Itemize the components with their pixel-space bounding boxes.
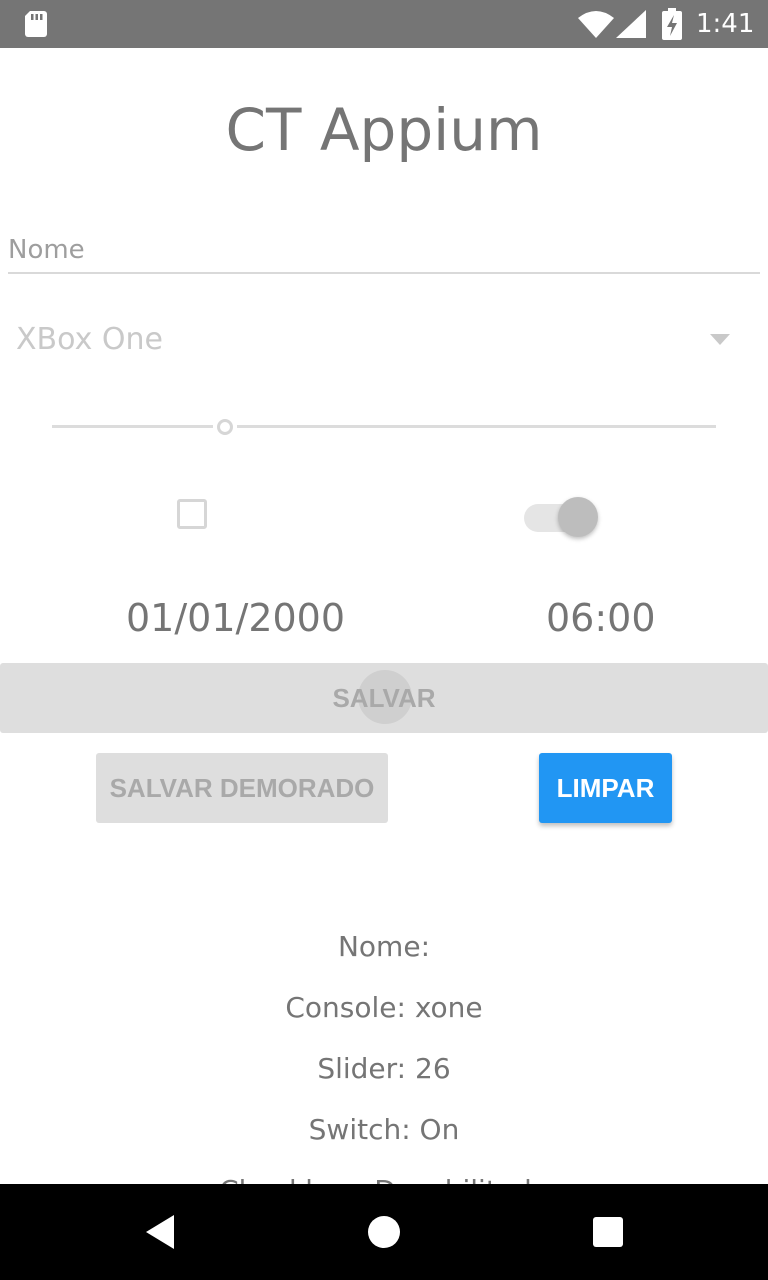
checkbox[interactable] (177, 499, 207, 529)
result-console: Console: xone (285, 991, 483, 1024)
time-picker-value[interactable]: 06:00 (546, 596, 656, 640)
console-dropdown[interactable]: XBox One (16, 316, 744, 366)
back-icon[interactable] (112, 1184, 208, 1280)
wifi-icon (578, 11, 614, 38)
switch-thumb (558, 497, 598, 537)
result-slider: Slider: 26 (317, 1052, 451, 1085)
battery-charging-icon (662, 8, 682, 40)
switch-toggle[interactable] (522, 496, 602, 540)
result-switch: Switch: On (308, 1113, 460, 1146)
navigation-bar (0, 1184, 768, 1280)
app-title: CT Appium (225, 96, 543, 164)
sd-card-icon (25, 11, 47, 37)
save-button-label: SALVAR (332, 682, 436, 713)
clear-button[interactable]: LIMPAR (539, 753, 672, 823)
result-name: Nome: (337, 930, 430, 963)
save-button[interactable]: SALVAR (0, 663, 768, 733)
name-input[interactable] (8, 228, 760, 274)
date-picker-value[interactable]: 01/01/2000 (126, 596, 345, 640)
console-selected-value: XBox One (16, 322, 163, 357)
slider[interactable] (52, 412, 716, 442)
slider-track-active (52, 425, 213, 428)
status-bar: 1:41 (0, 0, 768, 48)
signal-icon (616, 10, 646, 38)
recents-icon[interactable] (560, 1184, 656, 1280)
home-icon[interactable] (336, 1184, 432, 1280)
clock: 1:41 (696, 9, 755, 39)
dropdown-arrow-icon (710, 334, 730, 345)
slider-track-inactive (236, 425, 716, 428)
slider-thumb[interactable] (216, 419, 233, 435)
save-delayed-button[interactable]: SALVAR DEMORADO (96, 753, 388, 823)
